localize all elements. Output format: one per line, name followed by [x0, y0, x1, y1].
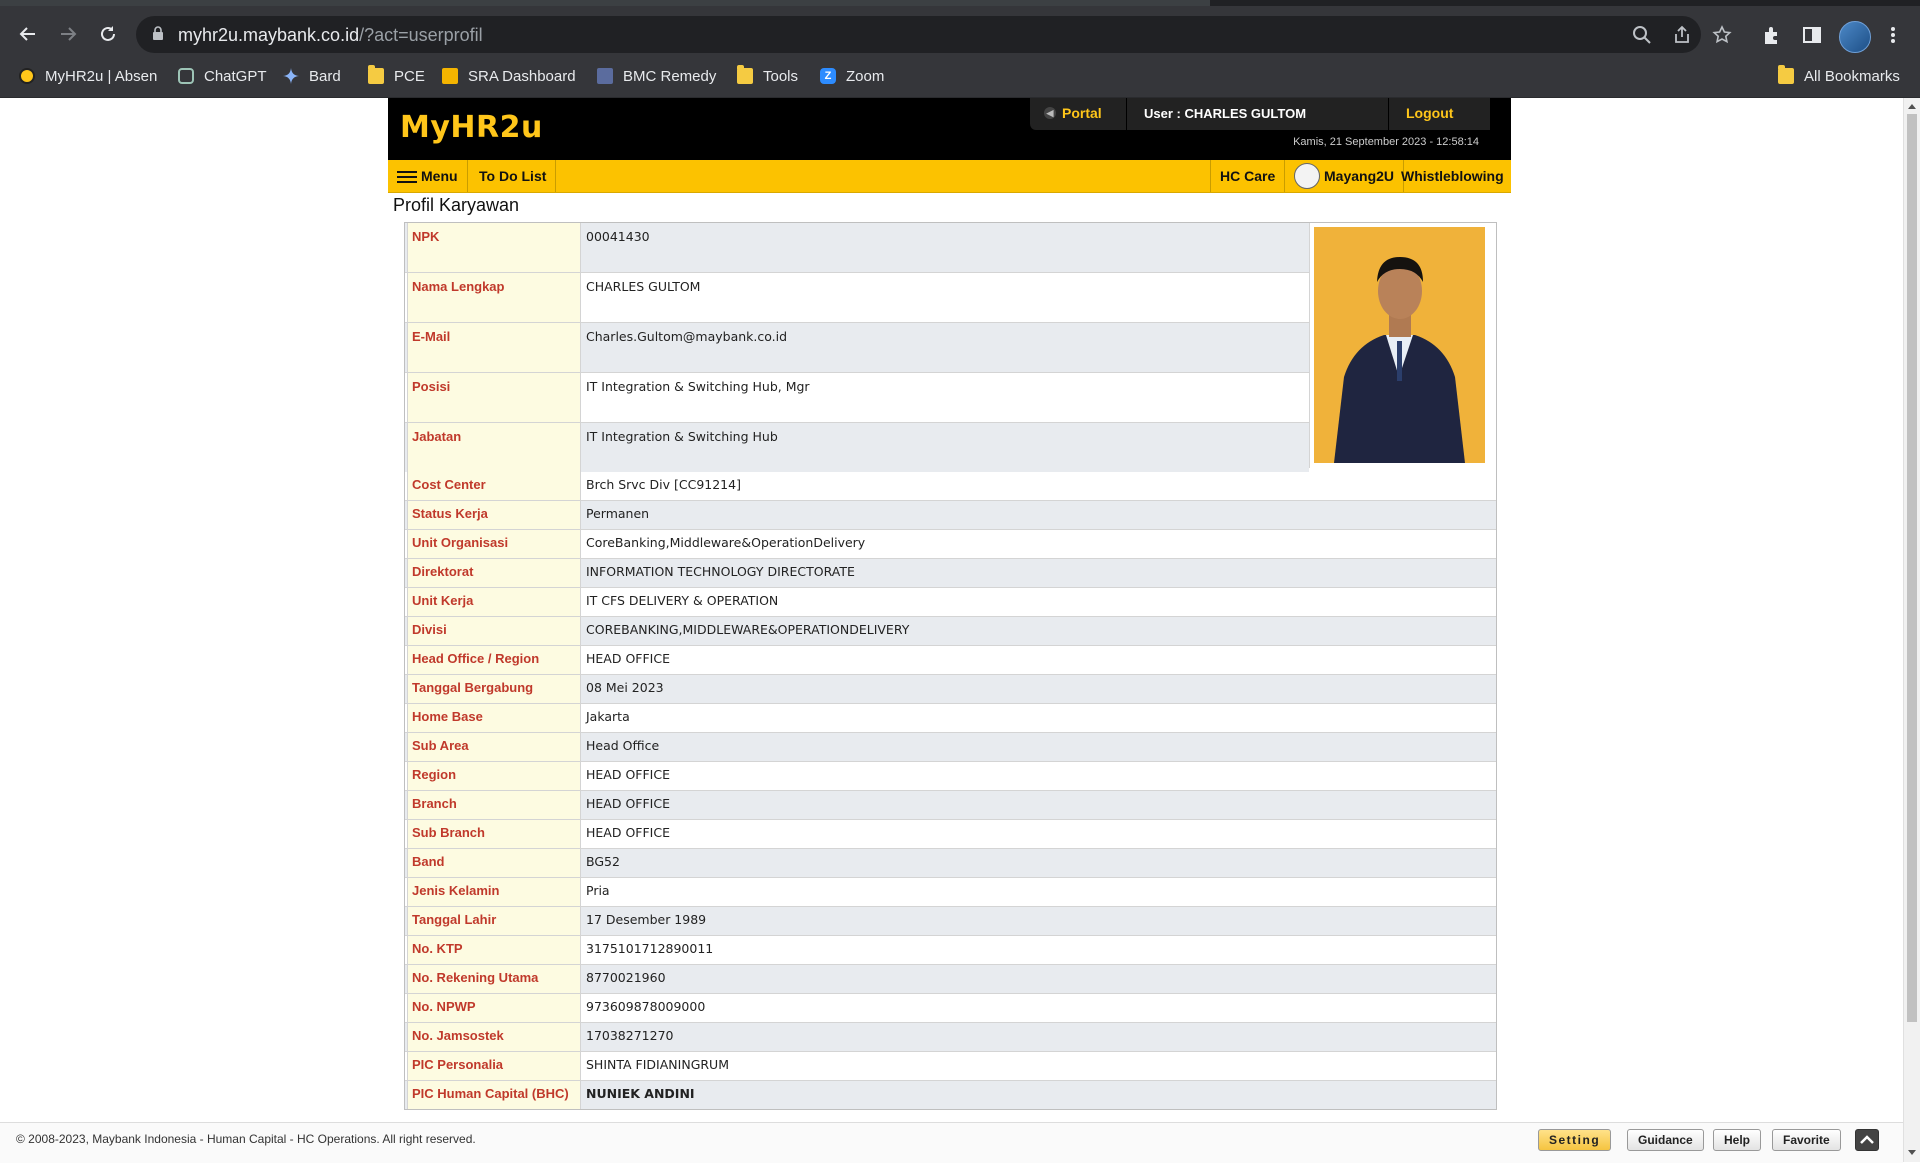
folder-icon	[368, 65, 384, 84]
app-logo[interactable]: MyHR2u	[400, 110, 543, 145]
address-bar[interactable]: myhr2u.maybank.co.id/?act=userprofil	[136, 16, 1732, 53]
portal-link[interactable]: ◀ Portal	[1044, 105, 1102, 121]
help-button[interactable]: Help	[1713, 1129, 1762, 1151]
bookmark-pce[interactable]: PCE	[368, 65, 425, 87]
lock-icon[interactable]	[152, 26, 164, 46]
scrollbar-thumb[interactable]	[1907, 114, 1917, 1022]
bookmark-sra-dashboard[interactable]: SRA Dashboard	[442, 65, 576, 87]
scroll-up-icon[interactable]	[1908, 104, 1916, 109]
menu-button[interactable]: Menu	[388, 160, 468, 192]
whistleblowing-link[interactable]: Whistleblowing	[1392, 160, 1513, 192]
page-scrollbar[interactable]	[1903, 98, 1920, 1162]
url-text: myhr2u.maybank.co.id/?act=userprofil	[178, 25, 483, 45]
table-row: Nama Lengkap CHARLES GULTOM	[405, 273, 1309, 323]
photo-cell	[1309, 223, 1497, 468]
bookmark-zoom[interactable]: Z Zoom	[820, 65, 884, 87]
zoom-icon[interactable]	[1632, 25, 1652, 45]
table-row: No. Rekening Utama 8770021960	[405, 965, 1496, 994]
more-menu-icon[interactable]	[1882, 24, 1904, 46]
dashboard-icon	[442, 68, 458, 84]
folder-icon	[737, 65, 753, 84]
bookmark-myhr2u[interactable]: MyHR2u | Absen	[19, 65, 157, 87]
table-row: Status Kerja Permanen	[405, 501, 1496, 530]
table-row: No. KTP 3175101712890011	[405, 936, 1496, 965]
employee-photo	[1314, 227, 1485, 463]
side-panel-icon[interactable]	[1801, 24, 1823, 46]
extensions-icon[interactable]	[1761, 24, 1783, 46]
profile-table: NPK 00041430 Nama Lengkap CHARLES GULTOM E…	[404, 222, 1497, 1110]
back-circle-icon: ◀	[1044, 107, 1056, 119]
forward-icon[interactable]	[54, 20, 82, 48]
table-row: No. Jamsostek 17038271270	[405, 1023, 1496, 1052]
table-row: Unit Kerja IT CFS DELIVERY & OPERATION	[405, 588, 1496, 617]
setting-button[interactable]: Setting	[1538, 1129, 1612, 1151]
table-row: Band BG52	[405, 849, 1496, 878]
top-user-bar: ◀ Portal User : CHARLES GULTOM Logout	[1030, 98, 1490, 130]
bard-icon	[283, 68, 299, 84]
logout-link[interactable]: Logout	[1406, 105, 1453, 121]
scroll-down-icon[interactable]	[1908, 1150, 1916, 1155]
app-container: MyHR2u ◀ Portal User : CHARLES GULTOM Lo…	[388, 98, 1511, 1110]
back-icon[interactable]	[14, 20, 42, 48]
hc-care-link[interactable]: HC Care	[1210, 160, 1286, 192]
app-header: MyHR2u ◀ Portal User : CHARLES GULTOM Lo…	[388, 98, 1511, 160]
table-row: Direktorat INFORMATION TECHNOLOGY DIRECTO…	[405, 559, 1496, 588]
table-row: Jabatan IT Integration & Switching Hub	[405, 423, 1309, 472]
table-row: Jenis Kelamin Pria	[405, 878, 1496, 907]
todo-list-link[interactable]: To Do List	[470, 160, 557, 192]
bookmark-bard[interactable]: Bard	[283, 65, 341, 87]
remedy-icon	[597, 68, 613, 84]
table-row: Head Office / Region HEAD OFFICE	[405, 646, 1496, 675]
mayang2u-link[interactable]: Mayang2U	[1285, 160, 1405, 192]
profile-avatar-icon[interactable]	[1839, 21, 1871, 53]
table-row: Tanggal Lahir 17 Desember 1989	[405, 907, 1496, 936]
current-datetime: Kamis, 21 September 2023 - 12:58:14	[1293, 136, 1479, 148]
maybank-icon	[19, 68, 35, 84]
table-row: Sub Branch HEAD OFFICE	[405, 820, 1496, 849]
browser-toolbar: myhr2u.maybank.co.id/?act=userprofil	[0, 6, 1920, 56]
hamburger-icon	[397, 168, 417, 186]
guidance-button[interactable]: Guidance	[1627, 1129, 1704, 1151]
chatgpt-icon	[178, 68, 194, 84]
table-row: PIC Human Capital (BHC) NUNIEK ANDINI	[405, 1081, 1496, 1109]
table-row: Unit Organisasi CoreBanking,Middleware&Op…	[405, 530, 1496, 559]
table-row: Posisi IT Integration & Switching Hub, Mg…	[405, 373, 1309, 423]
table-row: E-Mail Charles.Gultom@maybank.co.id	[405, 323, 1309, 373]
folder-icon	[1778, 65, 1794, 84]
zoom-icon: Z	[820, 68, 836, 84]
bookmark-bmc-remedy[interactable]: BMC Remedy	[597, 65, 716, 87]
main-menubar: Menu To Do List HC Care Mayang2U Whistle…	[388, 160, 1511, 193]
mayang-avatar-icon	[1294, 163, 1320, 190]
favorite-button[interactable]: Favorite	[1772, 1129, 1841, 1151]
page-viewport: MyHR2u ◀ Portal User : CHARLES GULTOM Lo…	[0, 98, 1920, 1163]
bookmark-chatgpt[interactable]: ChatGPT	[178, 65, 267, 87]
share-icon[interactable]	[1672, 25, 1692, 45]
user-name: User : CHARLES GULTOM	[1144, 106, 1307, 121]
page-title: Profil Karyawan	[393, 195, 520, 215]
table-row: PIC Personalia SHINTA FIDIANINGRUM	[405, 1052, 1496, 1081]
scroll-top-icon[interactable]	[1855, 1129, 1879, 1151]
reload-icon[interactable]	[94, 20, 122, 48]
copyright-text: © 2008-2023, Maybank Indonesia - Human C…	[16, 1132, 476, 1146]
page-footer: © 2008-2023, Maybank Indonesia - Human C…	[0, 1122, 1903, 1163]
table-row: Region HEAD OFFICE	[405, 762, 1496, 791]
all-bookmarks[interactable]: All Bookmarks	[1778, 65, 1900, 87]
table-row: Cost Center Brch Srvc Div [CC91214]	[405, 472, 1496, 501]
table-row: Divisi COREBANKING,MIDDLEWARE&OPERATIONDE…	[405, 617, 1496, 646]
table-row: NPK 00041430	[405, 223, 1309, 273]
table-row: Tanggal Bergabung 08 Mei 2023	[405, 675, 1496, 704]
bookmark-star-icon[interactable]	[1712, 25, 1732, 45]
bookmark-tools[interactable]: Tools	[737, 65, 798, 87]
table-row: Sub Area Head Office	[405, 733, 1496, 762]
table-row: No. NPWP 973609878009000	[405, 994, 1496, 1023]
table-row: Branch HEAD OFFICE	[405, 791, 1496, 820]
table-row: Home Base Jakarta	[405, 704, 1496, 733]
bookmarks-bar: MyHR2u | Absen ChatGPT Bard PCE SRA Dash…	[0, 56, 1920, 98]
